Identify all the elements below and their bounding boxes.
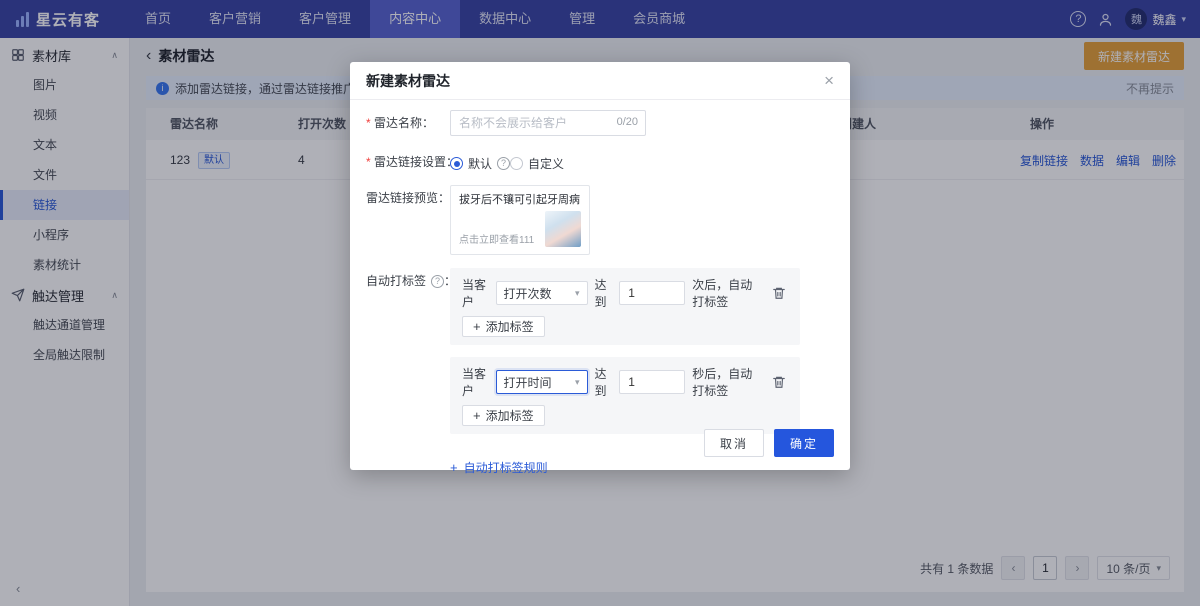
delete-rule-button[interactable] <box>770 284 788 302</box>
modal-header: 新建素材雷达 × <box>350 62 850 100</box>
metric-value: 打开次数 <box>503 286 552 301</box>
close-icon[interactable]: × <box>824 72 834 89</box>
info-icon[interactable]: ? <box>497 157 511 170</box>
radio-dot <box>450 157 463 170</box>
add-tag-button[interactable]: + 添加标签 <box>462 316 545 338</box>
preview-title: 拔牙后不镶可引起牙周病 <box>459 194 580 206</box>
auto-tag-rules: 当客户 打开次数 ▾ 达到 次后，自动打标签 <box>450 268 834 435</box>
metric-value: 打开时间 <box>503 375 552 390</box>
cancel-button[interactable]: 取消 <box>703 429 764 457</box>
modal-title: 新建素材雷达 <box>366 72 450 89</box>
link-preview-label: 雷达链接预览： <box>366 191 451 205</box>
trash-icon <box>773 377 785 389</box>
metric-select[interactable]: 打开次数 ▾ <box>495 281 588 306</box>
rule-reach: 达到 <box>594 367 607 399</box>
char-counter: 0/20 <box>616 116 638 128</box>
preview-image <box>545 211 581 248</box>
plus-icon: + <box>473 319 481 335</box>
app-root: 星云有客 首页 客户营销 客户管理 内容中心 数据中心 管理 会员商城 ? 魏 … <box>0 0 1200 606</box>
threshold-input[interactable] <box>619 370 686 395</box>
radio-custom-label: 自定义 <box>528 157 565 171</box>
radio-default-label: 默认 <box>468 157 493 171</box>
delete-rule-button[interactable] <box>770 373 788 391</box>
threshold-input[interactable] <box>619 281 686 306</box>
field-auto-tag: 自动打标签 ? ： 当客户 打开次数 ▾ <box>366 268 834 435</box>
modal-footer: 取消 确定 <box>350 416 850 470</box>
field-link-preview: 雷达链接预览： 拔牙后不镶可引起牙周病 点击立即查看111 <box>366 185 834 256</box>
rule-prefix: 当客户 <box>462 278 487 310</box>
rule-suffix: 次后，自动打标签 <box>692 278 753 310</box>
chevron-down-icon: ▾ <box>575 287 580 298</box>
create-radar-modal: 新建素材雷达 × 雷达名称： 0/20 雷达链接设置： <box>350 62 850 475</box>
metric-select[interactable]: 打开时间 ▾ <box>495 370 588 395</box>
chevron-down-icon: ▾ <box>575 376 580 387</box>
preview-description: 点击立即查看111 <box>459 235 535 247</box>
link-setting-label: 雷达链接设置： <box>366 155 458 171</box>
confirm-button[interactable]: 确定 <box>773 429 834 457</box>
trash-icon <box>773 288 785 300</box>
rule-reach: 达到 <box>594 278 607 310</box>
radio-default[interactable]: 默认 <box>450 155 492 172</box>
link-preview-card: 拔牙后不镶可引起牙周病 点击立即查看111 <box>450 185 590 256</box>
add-tag-label: 添加标签 <box>485 320 534 335</box>
info-icon[interactable]: ? <box>431 275 445 289</box>
radio-custom[interactable]: 自定义 <box>510 155 564 172</box>
radio-dot <box>510 157 524 170</box>
field-radar-name: 雷达名称： 0/20 <box>366 110 834 136</box>
rule-suffix: 秒后，自动打标签 <box>692 367 753 399</box>
radar-name-label: 雷达名称： <box>366 116 434 132</box>
field-link-setting: 雷达链接设置： 默认 ? 自定义 <box>366 149 834 172</box>
auto-tag-rule: 当客户 打开次数 ▾ 达到 次后，自动打标签 <box>450 268 800 346</box>
rule-prefix: 当客户 <box>462 367 487 399</box>
auto-tag-label: 自动打标签 <box>366 274 427 289</box>
